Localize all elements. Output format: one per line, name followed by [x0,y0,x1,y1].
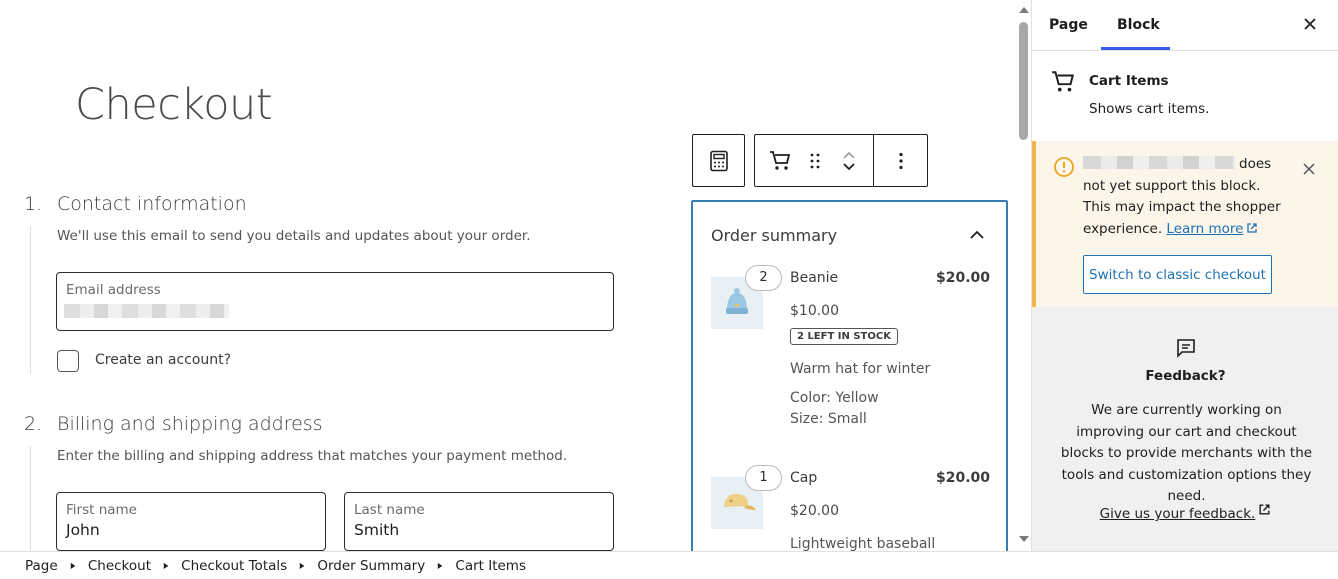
create-account-checkbox[interactable] [57,350,79,372]
item-total: $20.00 [935,470,990,486]
feedback-title: Feedback? [1145,368,1226,384]
feedback-link-text[interactable]: Give us your feedback. [1100,506,1256,522]
feedback-panel: Feedback? We are currently working on im… [1032,307,1338,551]
close-icon[interactable] [1302,14,1318,34]
tab-block[interactable]: Block [1117,17,1160,33]
last-name-value: Smith [354,521,400,539]
create-account-label[interactable]: Create an account? [95,352,231,368]
page-title[interactable]: Checkout [75,80,273,130]
item-unit-price: $20.00 [790,503,839,519]
billing-step-description[interactable]: Enter the billing and shipping address t… [57,448,567,464]
scroll-up-arrow[interactable] [1019,7,1029,13]
billing-step-title[interactable]: Billing and shipping address [57,413,323,435]
move-up-icon[interactable] [841,149,857,161]
scroll-thumb[interactable] [1019,22,1028,140]
chevron-right-icon: ▶ [299,561,305,570]
block-description: Shows cart items. [1089,101,1210,117]
billing-step-number: 2. [24,413,43,435]
canvas-scrollbar[interactable] [1016,0,1031,551]
feedback-link[interactable]: Give us your feedback. [1032,503,1338,522]
sidebar-tabs: Page Block [1032,0,1338,51]
item-name: Cap [790,470,818,486]
chevron-up-icon[interactable] [969,230,985,240]
item-total: $20.00 [935,270,990,286]
move-buttons [825,135,873,186]
dismiss-notice-icon[interactable] [1302,162,1316,176]
item-unit-price: $10.00 [790,303,839,319]
breadcrumb-cart-items: Cart Items [455,557,526,574]
move-down-icon[interactable] [841,161,857,173]
first-name-field[interactable]: First name John [56,492,326,551]
drag-handle-icon [810,153,820,168]
first-name-value: John [66,521,100,539]
email-field-label: Email address [66,282,161,298]
external-link-icon [1247,222,1258,233]
email-field-value-redacted [64,304,229,318]
settings-sidebar: Page Block Cart Items Shows cart items. … [1031,0,1338,551]
notice-redacted-name [1083,156,1235,169]
billing-step-line [30,446,31,551]
feedback-body: We are currently working on improving ou… [1060,402,1313,504]
quantity-badge: 2 [745,265,782,291]
last-name-label: Last name [354,502,425,518]
last-name-field[interactable]: Last name Smith [344,492,614,551]
block-name: Cart Items [1089,73,1169,89]
first-name-label: First name [66,502,137,518]
item-description: Warm hat for winter [790,361,931,377]
breadcrumb-order-summary[interactable]: Order Summary [317,558,425,574]
order-summary-title[interactable]: Order summary [711,226,837,245]
active-tab-indicator [1101,47,1170,50]
contact-step-line [30,226,31,374]
contact-step-number: 1. [24,193,43,215]
cart-icon [1052,71,1074,92]
breadcrumb-checkout-totals[interactable]: Checkout Totals [181,558,287,574]
external-link-icon [1259,504,1270,515]
block-card: Cart Items Shows cart items. [1032,51,1338,141]
chevron-right-icon: ▶ [438,561,443,570]
cart-icon [770,150,791,170]
chevron-right-icon: ▶ [163,561,169,570]
notice-text: does not yet support this block. This ma… [1083,154,1288,240]
calculator-icon [709,150,728,171]
block-type-button[interactable] [755,135,805,186]
email-field[interactable]: Email address [56,272,614,331]
scroll-down-arrow[interactable] [1019,536,1029,542]
breadcrumb-page[interactable]: Page [25,558,58,574]
drag-handle[interactable] [805,135,825,186]
compatibility-notice: does not yet support this block. This ma… [1032,141,1338,307]
select-parent-button[interactable] [693,135,744,186]
warning-icon [1054,157,1074,177]
item-meta-color: Color: Yellow [790,390,879,406]
block-toolbar [754,134,928,187]
block-breadcrumb: Page ▶ Checkout ▶ Checkout Totals ▶ Orde… [0,551,1338,579]
editor-canvas: Checkout 1. Contact information We'll us… [0,0,1016,551]
tab-page[interactable]: Page [1049,17,1088,33]
block-options-button[interactable] [874,135,927,186]
quantity-badge: 1 [745,465,782,491]
contact-step-title[interactable]: Contact information [57,193,247,215]
switch-to-classic-checkout-button[interactable]: Switch to classic checkout [1083,255,1272,294]
item-name: Beanie [790,270,839,286]
item-description: Lightweight baseball [790,536,936,551]
contact-step-description[interactable]: We'll use this email to send you details… [57,228,530,244]
more-options-icon [898,152,903,169]
parent-block-toolbar [692,134,745,187]
learn-more-link[interactable]: Learn more [1166,221,1258,237]
feedback-icon [1177,339,1195,358]
item-meta-size: Size: Small [790,411,867,427]
chevron-right-icon: ▶ [70,561,76,570]
breadcrumb-checkout[interactable]: Checkout [88,558,151,574]
order-summary-block[interactable]: Order summary 2 Beanie $20.00 $10.00 2 L… [691,200,1008,551]
low-stock-badge: 2 LEFT IN STOCK [790,328,898,345]
